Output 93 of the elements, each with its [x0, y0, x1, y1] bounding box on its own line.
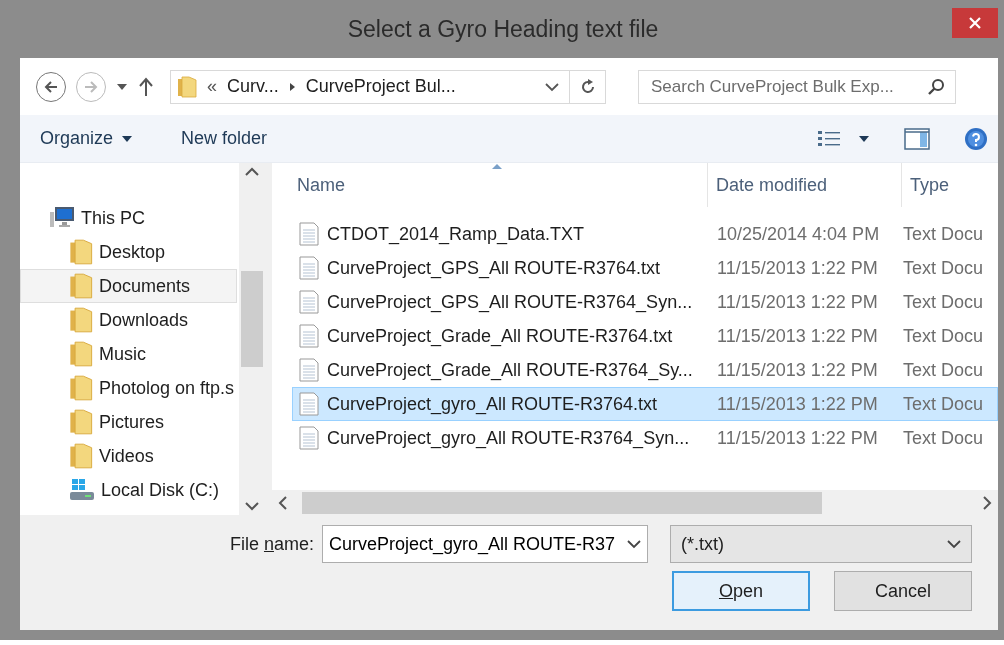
dialog-button[interactable]: Open	[672, 571, 810, 611]
scroll-right-icon[interactable]	[982, 495, 992, 510]
folder-icon	[69, 375, 93, 401]
scroll-up-icon[interactable]	[244, 167, 259, 177]
file-row[interactable]: CurveProject_gyro_All ROUTE-R3764_Syn... 11/15/2013 1:22 PM Text Docu	[292, 421, 998, 455]
drive-icon	[69, 478, 95, 502]
folder-icon	[177, 75, 197, 98]
date-modified: 11/15/2013 1:22 PM	[717, 359, 878, 380]
file-row[interactable]: CurveProject_Grade_All ROUTE-R3764_Sy... 11/15/2013 1:22 PM Text Docu	[292, 353, 998, 387]
dialog-button[interactable]: Cancel	[834, 571, 972, 611]
view-options-icon[interactable]	[818, 129, 840, 148]
file-row[interactable]: CurveProject_GPS_All ROUTE-R3764.txt 11/15/2013 1:22 PM Text Docu	[292, 251, 998, 285]
close-icon	[967, 15, 983, 31]
file-type: Text Docu	[903, 325, 984, 346]
folder-icon	[69, 443, 93, 469]
folder-icon	[69, 341, 93, 367]
sidebar-item[interactable]: Desktop	[20, 235, 237, 269]
chevron-down-icon[interactable]	[627, 539, 641, 549]
help-icon[interactable]	[964, 126, 988, 151]
sidebar-item[interactable]: Local Disk (C:)	[20, 473, 237, 507]
close-button[interactable]	[952, 8, 998, 38]
folder-icon	[69, 273, 93, 299]
file-type: Text Docu	[903, 359, 984, 380]
text-file-icon	[299, 222, 319, 246]
breadcrumb[interactable]: CurveProject Bul...	[305, 73, 456, 100]
text-file-icon	[299, 358, 319, 382]
text-file-icon	[299, 426, 319, 450]
column-header[interactable]: Date modified	[708, 163, 902, 207]
breadcrumb-overflow[interactable]: «	[207, 73, 217, 100]
forward-arrow-icon	[83, 79, 99, 94]
date-modified: 11/15/2013 1:22 PM	[717, 257, 878, 278]
date-modified: 11/15/2013 1:22 PM	[717, 393, 878, 414]
chevron-down-icon[interactable]	[947, 539, 961, 549]
breadcrumb[interactable]: Curv...	[227, 73, 279, 100]
scroll-down-icon[interactable]	[244, 501, 259, 511]
text-file-icon	[299, 392, 319, 416]
file-type: Text Docu	[903, 427, 984, 448]
sidebar-item[interactable]: Videos	[20, 439, 237, 473]
search-icon[interactable]	[927, 77, 945, 96]
date-modified: 11/15/2013 1:22 PM	[717, 427, 878, 448]
file-name-label: File name:	[229, 532, 314, 556]
date-modified: 11/15/2013 1:22 PM	[717, 291, 878, 312]
file-name: CurveProject_Grade_All ROUTE-R3764_Sy...	[327, 358, 693, 383]
back-arrow-icon	[43, 79, 59, 94]
file-row[interactable]: CurveProject_Grade_All ROUTE-R3764.txt 11/15/2013 1:22 PM Text Docu	[292, 319, 998, 353]
back-button[interactable]	[36, 71, 66, 102]
file-type: Text Docu	[903, 257, 984, 278]
folder-icon	[69, 307, 93, 333]
dropdown-icon[interactable]	[858, 134, 870, 143]
scrollbar-thumb[interactable]	[302, 491, 822, 514]
new-folder-button[interactable]: New folder	[181, 125, 268, 152]
folder-icon	[69, 239, 93, 265]
file-name: CurveProject_gyro_All ROUTE-R3764.txt	[327, 392, 658, 417]
file-type-dropdown[interactable]: (*.txt)	[670, 525, 972, 563]
file-type: Text Docu	[903, 223, 984, 244]
file-type: Text Docu	[903, 291, 984, 312]
file-name: CurveProject_GPS_All ROUTE-R3764.txt	[327, 256, 661, 281]
sidebar-item[interactable]: Pictures	[20, 405, 237, 439]
file-row[interactable]: CurveProject_GPS_All ROUTE-R3764_Syn... 11/15/2013 1:22 PM Text Docu	[292, 285, 998, 319]
date-modified: 10/25/2014 4:04 PM	[717, 223, 880, 244]
file-name: CurveProject_Grade_All ROUTE-R3764.txt	[327, 324, 673, 349]
file-name: CTDOT_2014_Ramp_Data.TXT	[327, 222, 585, 247]
up-arrow-icon[interactable]	[138, 76, 154, 97]
text-file-icon	[299, 324, 319, 348]
dropdown-icon	[121, 134, 134, 143]
chevron-down-icon[interactable]	[545, 81, 559, 92]
scrollbar-thumb[interactable]	[240, 271, 263, 367]
file-name: CurveProject_gyro_All ROUTE-R3764_Syn...	[327, 426, 690, 451]
sidebar-item[interactable]: Documents	[20, 269, 237, 303]
sidebar-item[interactable]: Photolog on ftp.s	[20, 371, 237, 405]
organize-menu[interactable]: Organize	[40, 125, 134, 152]
file-row[interactable]: CTDOT_2014_Ramp_Data.TXT 10/25/2014 4:04 PM Text Docu	[292, 217, 998, 251]
folder-icon	[69, 409, 93, 435]
date-modified: 11/15/2013 1:22 PM	[717, 325, 878, 346]
search-field[interactable]: Search CurveProject Bulk Exp...	[638, 69, 956, 104]
text-file-icon	[299, 290, 319, 314]
window-title: Select a Gyro Heading text file	[347, 14, 659, 44]
sort-arrow-icon	[491, 163, 503, 170]
dropdown-icon[interactable]	[116, 82, 128, 91]
sidebar-item[interactable]: This PC	[20, 201, 237, 235]
file-name: CurveProject_GPS_All ROUTE-R3764_Syn...	[327, 290, 693, 315]
sidebar-item[interactable]: Music	[20, 337, 237, 371]
column-header[interactable]: Type	[902, 163, 998, 207]
sidebar-item[interactable]: Downloads	[20, 303, 237, 337]
scroll-left-icon[interactable]	[278, 495, 288, 510]
file-name-field[interactable]: CurveProject_gyro_All ROUTE-R37	[322, 525, 648, 563]
address-bar[interactable]: « Curv... CurveProject Bul...	[170, 69, 606, 104]
file-type: Text Docu	[903, 393, 984, 414]
text-file-icon	[299, 256, 319, 280]
file-row[interactable]: CurveProject_gyro_All ROUTE-R3764.txt 11/15/2013 1:22 PM Text Docu	[292, 387, 998, 421]
breadcrumb-arrow-icon[interactable]	[288, 81, 296, 92]
preview-pane-icon[interactable]	[904, 127, 930, 150]
computer-icon	[49, 206, 75, 230]
